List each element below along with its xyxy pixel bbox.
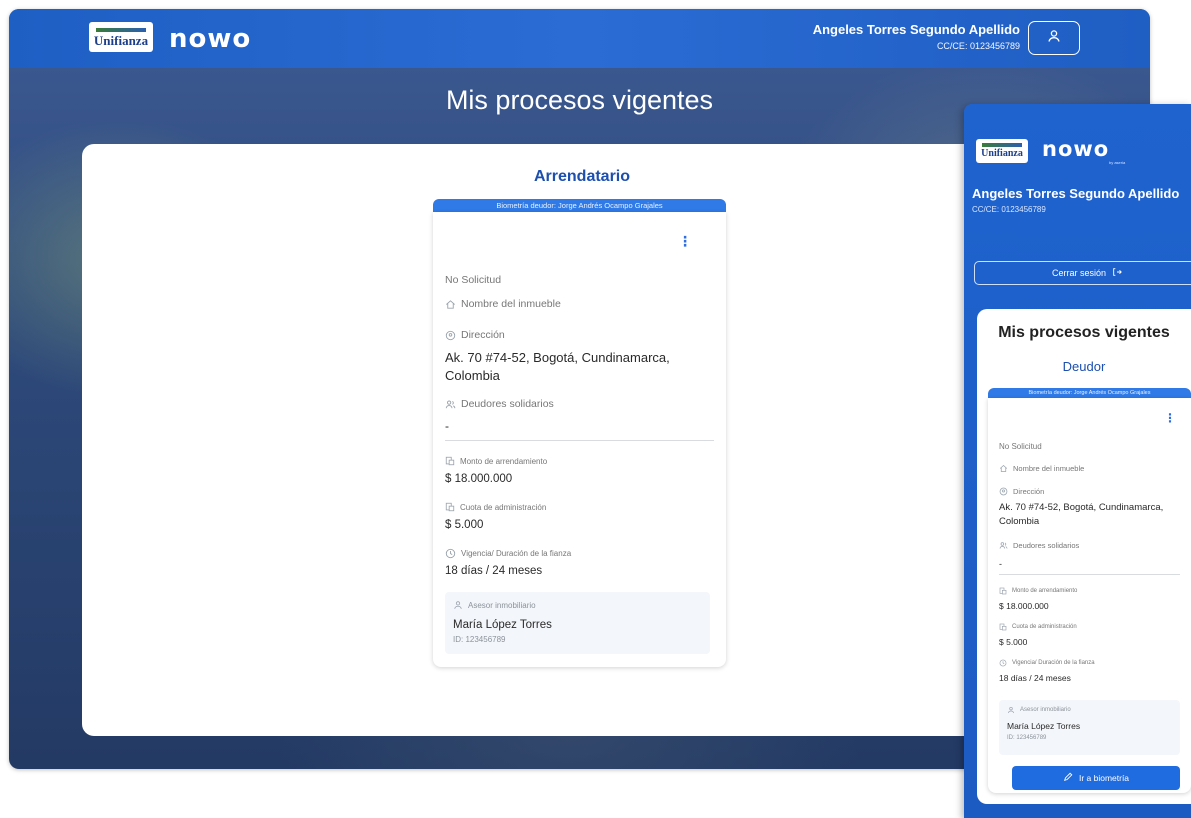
rent-label-text: Monto de arrendamiento — [460, 456, 548, 466]
nowo-logo[interactable]: nowo — [169, 24, 251, 54]
user-info: Angeles Torres Segundo Apellido CC/CE: 0… — [813, 22, 1020, 51]
divider — [445, 440, 714, 441]
process-card[interactable]: ⋮ No Solicitud Nombre del inmueble Direc… — [433, 212, 726, 667]
edit-icon — [1063, 772, 1073, 784]
advisor-label: Asesor inmobiliario — [453, 600, 536, 610]
user-icon — [453, 600, 463, 610]
property-name-text: Nombre del inmueble — [461, 298, 561, 310]
biometry-button-label: Ir a biometría — [1078, 773, 1130, 783]
address-label-text: Dirección — [1013, 487, 1045, 496]
unifianza-logo[interactable]: Unifianza — [89, 22, 153, 52]
home-icon — [999, 464, 1008, 473]
unifianza-logo-text: Unifianza — [981, 148, 1023, 159]
validity-label: Vigencia/ Duración de la fianza — [999, 659, 1095, 667]
nowo-logo[interactable]: nowo — [1042, 137, 1109, 161]
money-icon — [445, 456, 455, 466]
rent-label: Monto de arrendamiento — [445, 456, 547, 466]
address-value: Ak. 70 #74-52, Bogotá, Cundinamarca, Col… — [445, 350, 670, 383]
user-icon — [1047, 29, 1061, 48]
advisor-id: ID: 123456789 — [1007, 735, 1047, 741]
address-label: Dirección — [445, 329, 505, 341]
admin-fee-label-text: Cuota de administración — [1012, 624, 1077, 630]
users-icon — [999, 541, 1008, 550]
codebtors-value: - — [445, 419, 449, 433]
logout-button[interactable]: Cerrar sesión — [974, 261, 1191, 285]
validity-label-text: Vigencia/ Duración de la fianza — [1012, 660, 1095, 666]
advisor-label-text: Asesor inmobiliario — [468, 600, 536, 610]
nowo-logo-subtitle: by aseria — [1109, 160, 1126, 165]
validity-label: Vigencia/ Duración de la fianza — [445, 548, 571, 559]
advisor-id: ID: 123456789 — [453, 635, 506, 644]
money-icon — [999, 623, 1007, 631]
user-name: Angeles Torres Segundo Apellido — [812, 22, 1020, 37]
rent-value: $ 18.000.000 — [445, 473, 513, 485]
advisor-box: Asesor inmobiliario María López Torres I… — [445, 592, 710, 654]
unifianza-logo-text: Unifianza — [93, 32, 149, 48]
mobile-view: Unifianza nowo by aseria Angeles Torres … — [964, 104, 1191, 818]
process-card[interactable]: ⋮ No Solicitud Nombre del inmueble Direc… — [988, 398, 1191, 793]
address-value: Ak. 70 #74-52, Bogotá, Cundinamarca, Col… — [999, 502, 1164, 527]
mobile-processes-panel: Mis procesos vigentes Deudor Biometría d… — [977, 309, 1191, 804]
user-id: CC/CE: 0123456789 — [972, 205, 1046, 214]
advisor-label-text: Asesor inmobiliario — [1020, 707, 1071, 713]
logout-label: Cerrar sesión — [1051, 268, 1107, 278]
admin-fee-value: $ 5.000 — [999, 637, 1028, 647]
unifianza-logo[interactable]: Unifianza — [976, 139, 1028, 163]
go-to-biometry-button[interactable]: Ir a biometría — [1012, 766, 1180, 790]
advisor-name: María López Torres — [453, 619, 552, 631]
biometry-banner: Biometría deudor: Jorge Andrés Ocampo Gr… — [988, 388, 1191, 398]
codebtors-label-text: Deudores solidarios — [1013, 541, 1080, 550]
users-icon — [445, 399, 456, 410]
clock-icon — [999, 659, 1007, 667]
codebtors-label: Deudores solidarios — [445, 398, 554, 410]
user-id: CC/CE: 0123456789 — [936, 41, 1020, 51]
address-label: Dirección — [999, 487, 1044, 496]
money-icon — [999, 587, 1007, 595]
divider — [999, 574, 1180, 575]
admin-fee-label: Cuota de administración — [445, 502, 546, 512]
codebtors-value: - — [999, 559, 1002, 569]
role-title: Arrendatario — [533, 168, 631, 185]
kebab-menu-icon[interactable]: ⋮ — [1164, 412, 1176, 424]
location-pin-icon — [445, 330, 456, 341]
rent-label: Monto de arrendamiento — [999, 587, 1077, 595]
page-title: Mis procesos vigentes — [998, 324, 1170, 341]
user-icon — [1007, 706, 1015, 714]
logout-icon — [1112, 267, 1122, 279]
rent-value: $ 18.000.000 — [999, 601, 1049, 611]
location-pin-icon — [999, 487, 1008, 496]
rent-label-text: Monto de arrendamiento — [1012, 588, 1078, 594]
user-profile-button[interactable] — [1028, 21, 1080, 55]
processes-panel: Arrendatario Biometría deudor: Jorge And… — [82, 144, 1082, 736]
validity-label-text: Vigencia/ Duración de la fianza — [461, 549, 572, 558]
admin-fee-label-text: Cuota de administración — [460, 502, 547, 512]
property-name-text: Nombre del inmueble — [1013, 464, 1085, 473]
property-name-label: Nombre del inmueble — [999, 464, 1084, 473]
role-title: Deudor — [1062, 359, 1106, 374]
validity-value: 18 días / 24 meses — [999, 673, 1071, 683]
advisor-box: Asesor inmobiliario María López Torres I… — [999, 700, 1180, 755]
admin-fee-label: Cuota de administración — [999, 623, 1077, 631]
codebtors-label: Deudores solidarios — [999, 541, 1079, 550]
user-name: Angeles Torres Segundo Apellido — [972, 186, 1180, 201]
validity-value: 18 días / 24 meses — [445, 565, 543, 577]
codebtors-label-text: Deudores solidarios — [461, 398, 554, 410]
admin-fee-value: $ 5.000 — [445, 519, 484, 531]
no-solicitud-label: No Solicitud — [999, 442, 1042, 451]
desktop-header: Unifianza nowo Angeles Torres Segundo Ap… — [9, 9, 1150, 68]
no-solicitud-label: No Solicitud — [445, 274, 502, 286]
advisor-label: Asesor inmobiliario — [1007, 706, 1071, 714]
property-name-label: Nombre del inmueble — [445, 298, 561, 310]
advisor-name: María López Torres — [1007, 721, 1081, 731]
biometry-banner: Biometría deudor: Jorge Andrés Ocampo Gr… — [433, 199, 726, 212]
clock-icon — [445, 548, 456, 559]
home-icon — [445, 299, 456, 310]
money-icon — [445, 502, 455, 512]
address-label-text: Dirección — [461, 329, 505, 341]
kebab-menu-icon[interactable]: ⋮ — [678, 234, 692, 248]
